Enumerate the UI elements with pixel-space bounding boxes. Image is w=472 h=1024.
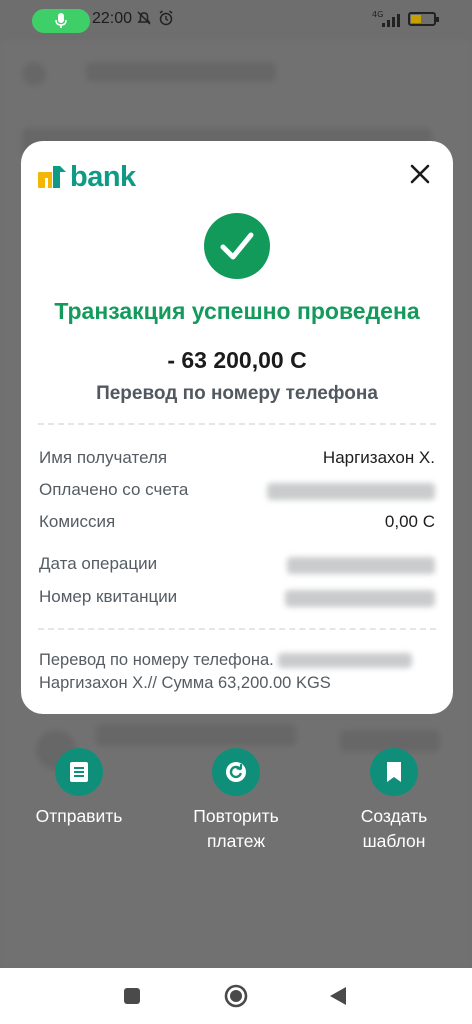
battery-level <box>411 15 421 23</box>
signal-icon <box>382 14 400 27</box>
success-check-icon <box>204 213 270 279</box>
detail-value: Наргизахон Х. <box>322 448 435 467</box>
recents-button[interactable] <box>120 984 144 1008</box>
close-button[interactable] <box>407 161 433 187</box>
status-title: Транзакция успешно проведена <box>54 298 420 324</box>
action-label: Отправить <box>35 806 123 826</box>
status-time: 22:00 <box>92 10 133 27</box>
action-label: Создать шаблон <box>360 806 428 851</box>
redacted-account-number <box>267 483 435 500</box>
transaction-type: Перевод по номеру телефона <box>96 383 378 404</box>
status-bar: 22:00 4G <box>0 0 472 40</box>
home-circle-icon <box>224 984 248 1008</box>
system-navigation-bar <box>0 968 472 1024</box>
detail-value: 0,00 С <box>384 512 435 531</box>
battery-icon <box>408 12 439 26</box>
repeat-icon <box>212 748 260 796</box>
detail-label: Номер квитанции <box>39 587 178 606</box>
mbank-logo-mark <box>38 166 66 188</box>
create-template-button[interactable]: Создать шаблон <box>319 748 469 854</box>
bookmark-icon <box>370 748 418 796</box>
detail-row-account: Оплачено со счета <box>39 480 435 504</box>
bell-muted-icon <box>137 11 151 25</box>
back-triangle-icon <box>330 987 346 1005</box>
detail-row-receipt-number: Номер квитанции <box>39 587 435 611</box>
divider <box>38 423 436 425</box>
transaction-amount: - 63 200,00 С <box>167 347 307 373</box>
document-list-icon <box>55 748 103 796</box>
send-button[interactable]: Отправить <box>4 748 154 829</box>
action-label: Повторить платеж <box>193 806 279 851</box>
alarm-clock-icon <box>159 10 173 26</box>
redacted-date <box>287 557 435 574</box>
mbank-logo: bank <box>38 161 136 193</box>
redacted-receipt-number <box>285 590 435 607</box>
note-line-2: Наргизахон Х.// Сумма 63,200.00 KGS <box>39 674 331 692</box>
detail-row-date: Дата операции <box>39 554 435 578</box>
repeat-payment-button[interactable]: Повторить платеж <box>161 748 311 854</box>
detail-row-recipient: Имя получателя Наргизахон Х. <box>39 448 435 472</box>
detail-row-commission: Комиссия 0,00 С <box>39 512 435 536</box>
close-icon <box>410 164 430 184</box>
logo-text: bank <box>70 160 136 193</box>
mic-active-indicator[interactable] <box>32 9 90 33</box>
detail-label: Оплачено со счета <box>39 480 189 499</box>
back-button[interactable] <box>326 984 350 1008</box>
recents-square-icon <box>124 988 140 1004</box>
microphone-icon <box>55 13 67 28</box>
divider <box>38 628 436 630</box>
transaction-receipt-modal: bank Транзакция успешно проведена - 63 2… <box>21 141 453 714</box>
note-line-1: Перевод по номеру телефона. <box>39 651 274 669</box>
home-button[interactable] <box>224 984 248 1008</box>
detail-label: Дата операции <box>39 554 158 573</box>
redacted-phone <box>277 653 412 669</box>
detail-label: Имя получателя <box>39 448 168 467</box>
detail-label: Комиссия <box>39 512 116 531</box>
payment-note: Перевод по номеру телефона. Наргизахон Х… <box>39 649 435 695</box>
